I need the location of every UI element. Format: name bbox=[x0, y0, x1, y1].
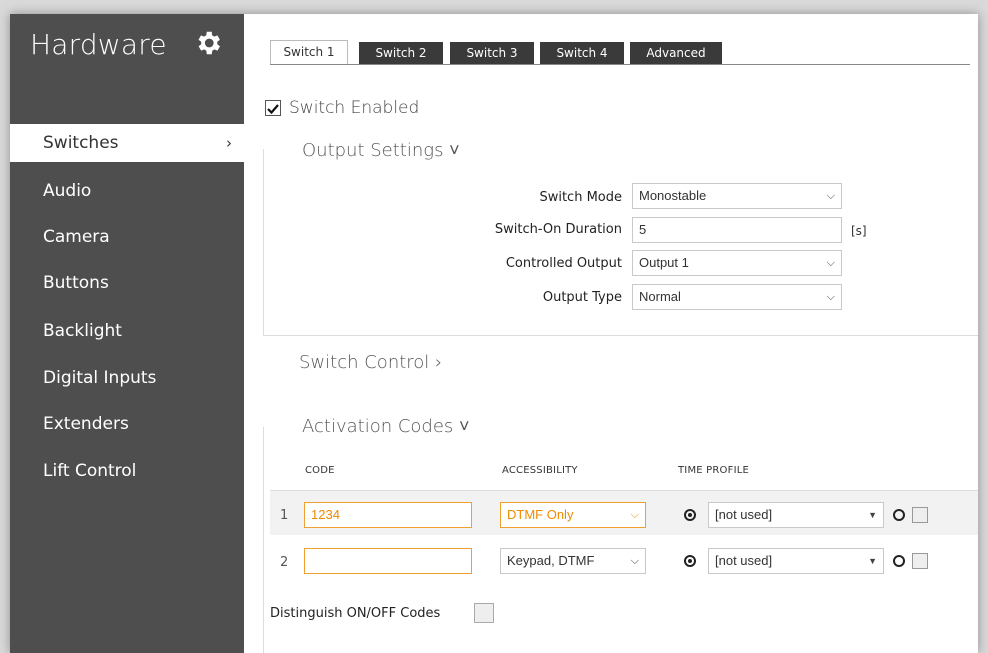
sidebar-item-extenders[interactable]: Extenders bbox=[10, 405, 244, 443]
chevron-down-icon: ⌵ bbox=[630, 509, 639, 521]
code-input[interactable] bbox=[304, 548, 472, 574]
tab-switch-3[interactable]: Switch 3 bbox=[450, 42, 534, 64]
tab-switch-1[interactable]: Switch 1 bbox=[270, 40, 348, 64]
output-settings-frame bbox=[263, 149, 978, 336]
controlled-output-value: Output 1 bbox=[639, 255, 689, 270]
calendar-radio[interactable] bbox=[893, 509, 905, 521]
duration-unit: [s] bbox=[851, 224, 867, 238]
sidebar-item-label: Extenders bbox=[43, 414, 129, 434]
column-header-time-profile: TIME PROFILE bbox=[678, 465, 750, 476]
tab-advanced[interactable]: Advanced bbox=[630, 42, 722, 64]
sidebar-item-label: Digital Inputs bbox=[43, 368, 157, 388]
switch-on-duration-label: Switch-On Duration bbox=[494, 222, 622, 237]
switch-mode-select[interactable]: Monostable ⌵ bbox=[632, 183, 842, 209]
controlled-output-label: Controlled Output bbox=[505, 256, 622, 271]
time-profile-select[interactable]: [not used] ▼ bbox=[708, 548, 884, 574]
controlled-output-select[interactable]: Output 1 ⌵ bbox=[632, 250, 842, 276]
time-profile-select[interactable]: [not used] ▼ bbox=[708, 502, 884, 528]
gear-icon[interactable] bbox=[193, 28, 223, 58]
sidebar-item-lift-control[interactable]: Lift Control bbox=[10, 452, 244, 490]
time-profile-radio[interactable] bbox=[684, 509, 696, 521]
sidebar-item-digital-inputs[interactable]: Digital Inputs bbox=[10, 359, 244, 397]
chevron-down-icon: ⌵ bbox=[826, 257, 835, 269]
app-window: Hardware Switches › Audio Camera Buttons… bbox=[10, 14, 978, 653]
output-type-select[interactable]: Normal ⌵ bbox=[632, 284, 842, 310]
time-profile-value: [not used] bbox=[715, 553, 773, 568]
switch-mode-label: Switch Mode bbox=[539, 190, 622, 205]
calendar-radio[interactable] bbox=[893, 555, 905, 567]
caret-down-icon: ▼ bbox=[868, 510, 877, 520]
distinguish-codes-label: Distinguish ON/OFF Codes bbox=[270, 606, 441, 621]
sidebar-item-camera[interactable]: Camera bbox=[10, 218, 244, 256]
switch-control-header[interactable]: Switch Control › bbox=[299, 352, 442, 373]
chevron-down-icon: ⌵ bbox=[826, 190, 835, 202]
output-type-value: Normal bbox=[639, 289, 681, 304]
row-number: 1 bbox=[280, 508, 289, 523]
activation-codes-header[interactable]: Activation Codes ˅ bbox=[298, 416, 474, 437]
sidebar-item-label: Audio bbox=[43, 181, 92, 201]
switch-enabled-label: Switch Enabled bbox=[289, 98, 420, 118]
sidebar-item-label: Backlight bbox=[43, 321, 122, 341]
tab-divider bbox=[270, 64, 970, 65]
accessibility-value: Keypad, DTMF bbox=[507, 553, 595, 568]
column-header-accessibility: ACCESSIBILITY bbox=[502, 465, 578, 476]
chevron-down-icon: ⌵ bbox=[630, 555, 639, 567]
sidebar-item-audio[interactable]: Audio bbox=[10, 172, 244, 210]
calendar-icon[interactable] bbox=[912, 553, 928, 569]
tab-switch-4[interactable]: Switch 4 bbox=[540, 42, 624, 64]
tab-switch-2[interactable]: Switch 2 bbox=[359, 42, 443, 64]
switch-on-duration-input[interactable]: 5 bbox=[632, 217, 842, 243]
sidebar-item-label: Switches bbox=[43, 133, 119, 153]
sidebar-item-switches[interactable]: Switches › bbox=[10, 124, 244, 162]
check-icon bbox=[267, 104, 279, 115]
sidebar-item-buttons[interactable]: Buttons bbox=[10, 264, 244, 302]
sidebar-item-label: Camera bbox=[43, 227, 110, 247]
output-settings-header[interactable]: Output Settings ˅ bbox=[298, 140, 464, 161]
accessibility-select[interactable]: Keypad, DTMF ⌵ bbox=[500, 548, 646, 574]
distinguish-codes-checkbox[interactable] bbox=[474, 603, 494, 623]
chevron-right-icon: › bbox=[226, 134, 232, 152]
sidebar: Hardware Switches › Audio Camera Buttons… bbox=[10, 14, 244, 653]
accessibility-value: DTMF Only bbox=[507, 507, 574, 522]
time-profile-value: [not used] bbox=[715, 507, 773, 522]
switch-enabled-checkbox[interactable] bbox=[265, 100, 281, 116]
caret-down-icon: ▼ bbox=[868, 556, 877, 566]
sidebar-item-label: Buttons bbox=[43, 273, 109, 293]
row-number: 2 bbox=[280, 555, 289, 570]
output-type-label: Output Type bbox=[542, 290, 622, 305]
calendar-icon[interactable] bbox=[912, 507, 928, 523]
sidebar-item-label: Lift Control bbox=[43, 461, 137, 481]
code-input[interactable]: 1234 bbox=[304, 502, 472, 528]
switch-mode-value: Monostable bbox=[639, 188, 707, 203]
sidebar-title: Hardware bbox=[30, 28, 167, 61]
column-header-code: CODE bbox=[305, 465, 335, 476]
accessibility-select[interactable]: DTMF Only ⌵ bbox=[500, 502, 646, 528]
chevron-down-icon: ⌵ bbox=[826, 291, 835, 303]
time-profile-radio[interactable] bbox=[684, 555, 696, 567]
sidebar-item-backlight[interactable]: Backlight bbox=[10, 312, 244, 350]
